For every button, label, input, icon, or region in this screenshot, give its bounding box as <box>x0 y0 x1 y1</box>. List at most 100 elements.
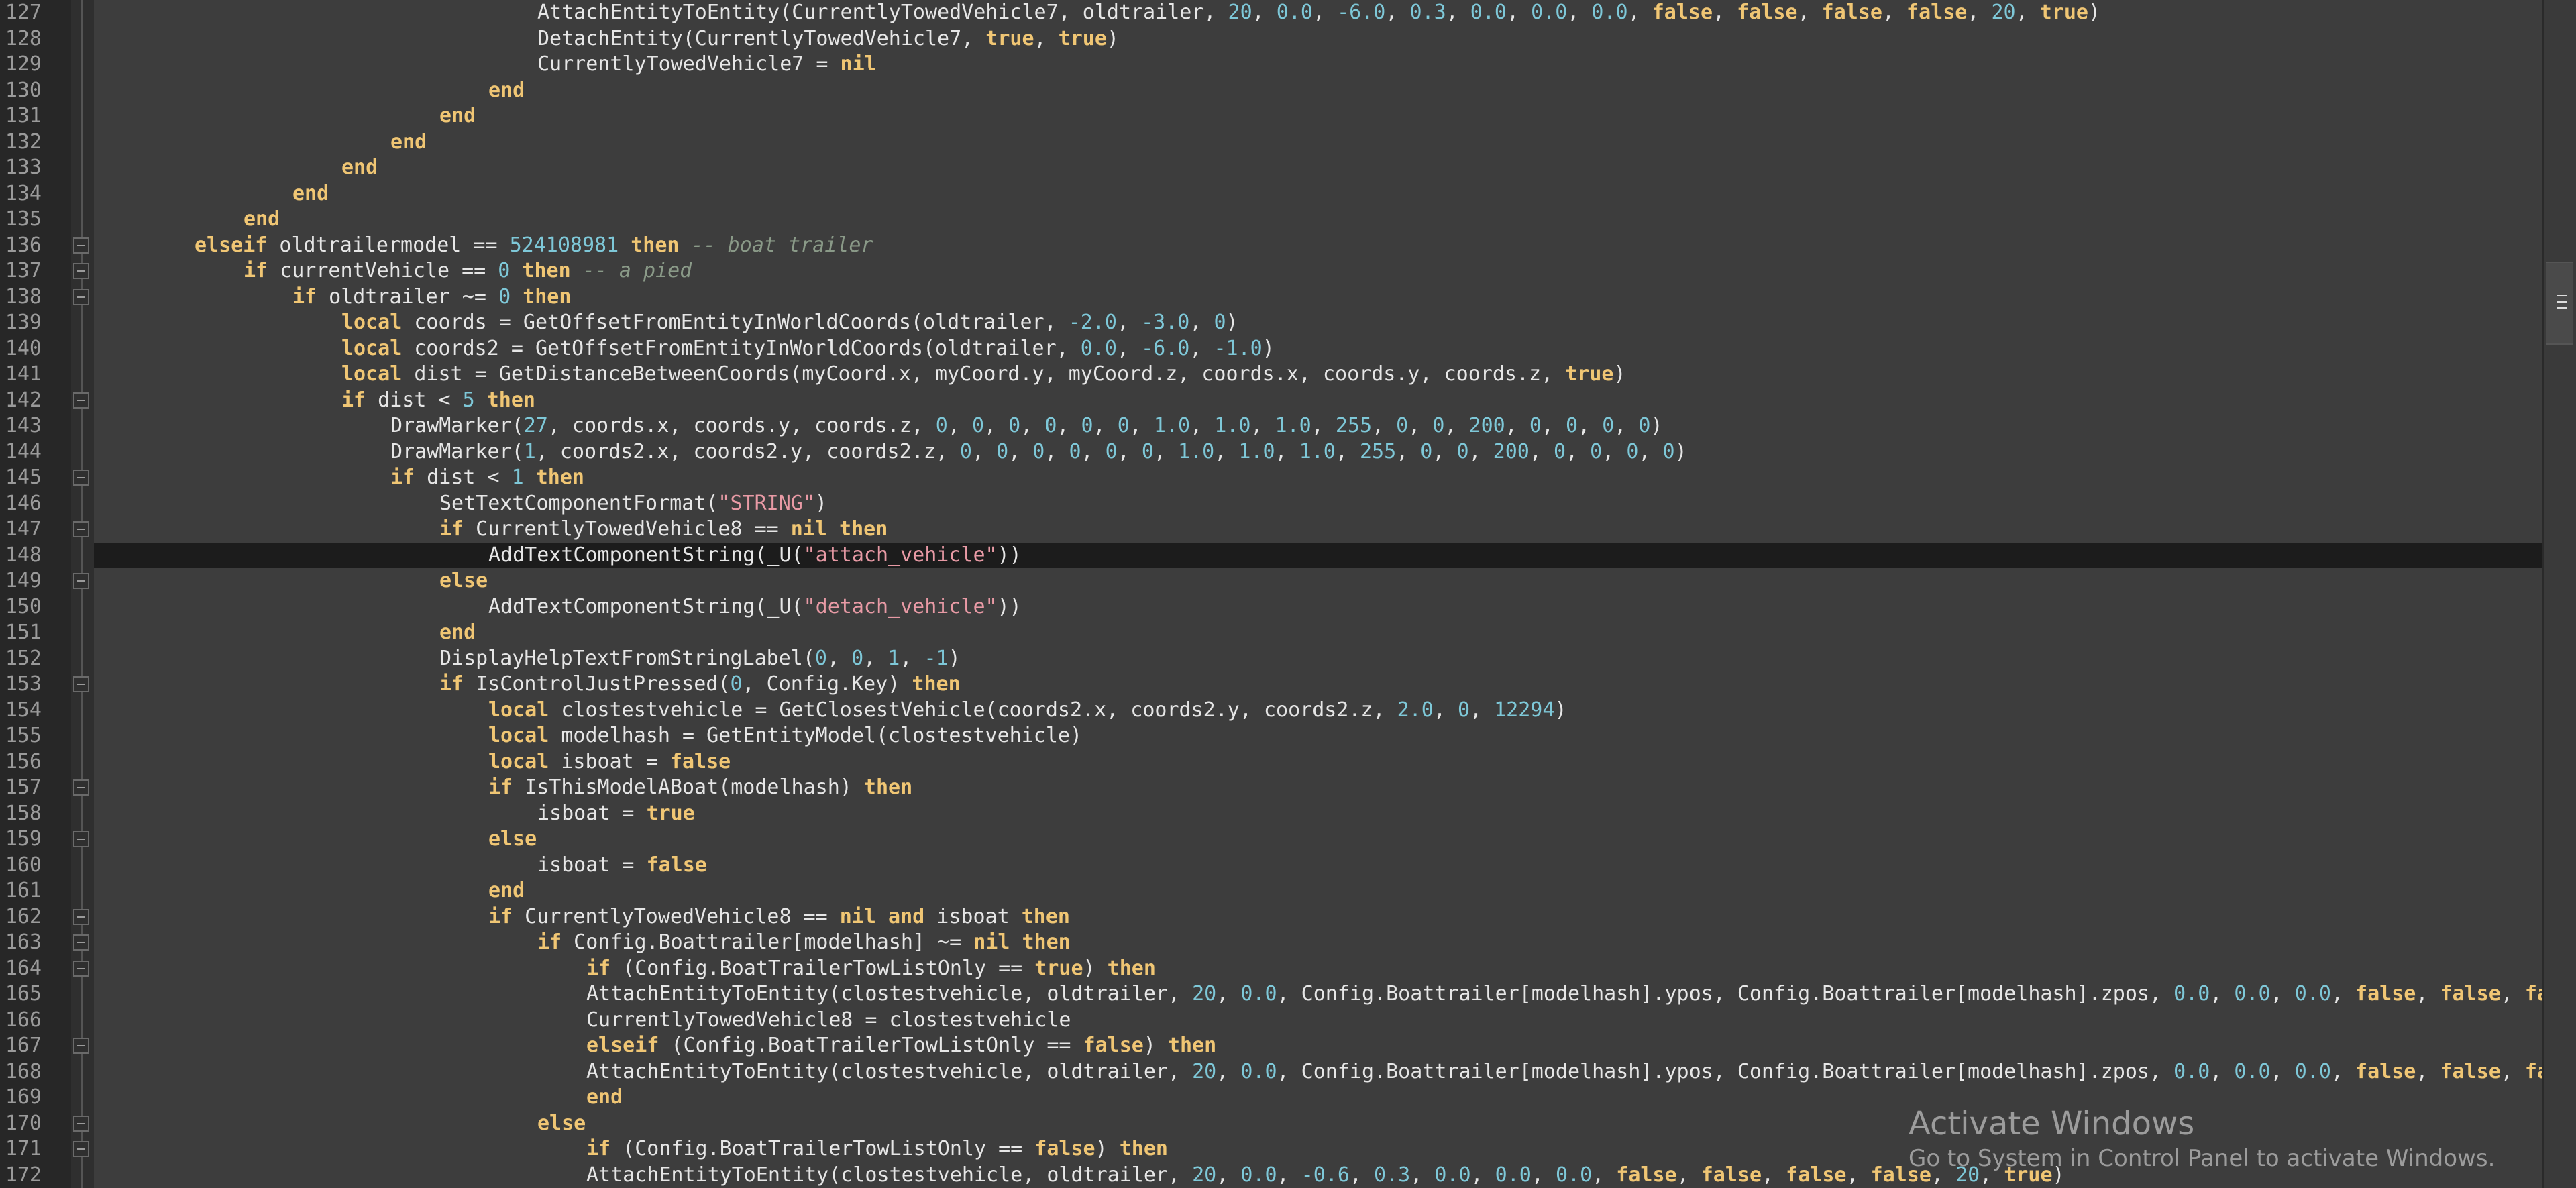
code-line[interactable]: 140 local coords2 = GetOffsetFromEntityIn… <box>0 336 2542 362</box>
code-editor[interactable]: 127 AttachEntityToEntity(CurrentlyTowedVe… <box>0 0 2542 1188</box>
code-text[interactable]: SetTextComponentFormat("STRING") <box>94 491 2542 517</box>
code-line[interactable]: 144 DrawMarker(1, coords2.x, coords2.y, c… <box>0 439 2542 465</box>
code-text[interactable]: if IsThisModelABoat(modelhash) then <box>94 775 2542 800</box>
scrollbar-thumb[interactable] <box>2546 262 2573 345</box>
code-line[interactable]: 138 if oldtrailer ~= 0 then <box>0 284 2542 310</box>
code-line[interactable]: 129 CurrentlyTowedVehicle7 = nil <box>0 52 2542 77</box>
code-line[interactable]: 145 if dist < 1 then <box>0 465 2542 490</box>
code-line[interactable]: 127 AttachEntityToEntity(CurrentlyTowedVe… <box>0 0 2542 25</box>
code-line[interactable]: 134 end <box>0 181 2542 207</box>
code-text[interactable]: end <box>94 129 2542 155</box>
code-line[interactable]: 166 CurrentlyTowedVehicle8 = clostestvehi… <box>0 1008 2542 1033</box>
code-text[interactable]: end <box>94 878 2542 904</box>
code-text[interactable]: elseif (Config.BoatTrailerTowListOnly ==… <box>94 1033 2542 1059</box>
code-text[interactable]: local dist = GetDistanceBetweenCoords(my… <box>94 362 2542 387</box>
code-text[interactable]: local isboat = false <box>94 749 2542 775</box>
code-line[interactable]: 147 if CurrentlyTowedVehicle8 == nil then <box>0 517 2542 542</box>
code-line[interactable]: 130 end <box>0 78 2542 103</box>
code-text[interactable]: end <box>94 155 2542 180</box>
code-line[interactable]: 132 end <box>0 129 2542 155</box>
code-line[interactable]: 135 end <box>0 207 2542 232</box>
grip-icon <box>2557 295 2567 309</box>
code-token: -6.0 <box>1141 336 1190 360</box>
code-line[interactable]: 168 AttachEntityToEntity(clostestvehicle,… <box>0 1059 2542 1085</box>
line-number: 133 <box>5 156 42 179</box>
code-text[interactable]: end <box>94 78 2542 103</box>
code-token: isboat = <box>537 801 647 825</box>
line-number: 135 <box>5 207 42 231</box>
code-text[interactable]: if oldtrailer ~= 0 then <box>94 284 2542 310</box>
code-token: 0 <box>1566 414 1578 437</box>
code-text[interactable]: local clostestvehicle = GetClosestVehicl… <box>94 698 2542 723</box>
code-line[interactable]: 143 DrawMarker(27, coords.x, coords.y, co… <box>0 413 2542 439</box>
code-line[interactable]: 159 else <box>0 826 2542 852</box>
code-text[interactable]: else <box>94 826 2542 852</box>
code-text[interactable]: end <box>94 207 2542 232</box>
code-line[interactable]: 164 if (Config.BoatTrailerTowListOnly == … <box>0 956 2542 981</box>
code-token: , <box>1372 414 1397 437</box>
code-text[interactable]: local coords2 = GetOffsetFromEntityInWor… <box>94 336 2542 362</box>
code-line[interactable]: 139 local coords = GetOffsetFromEntityInW… <box>0 310 2542 335</box>
code-line[interactable]: 156 local isboat = false <box>0 749 2542 775</box>
code-text[interactable]: AttachEntityToEntity(clostestvehicle, ol… <box>94 981 2542 1007</box>
code-line[interactable]: 165 AttachEntityToEntity(clostestvehicle,… <box>0 981 2542 1007</box>
code-text[interactable]: local modelhash = GetEntityModel(clostes… <box>94 723 2542 749</box>
code-text[interactable]: if (Config.BoatTrailerTowListOnly == tru… <box>94 956 2542 981</box>
code-text[interactable]: end <box>94 103 2542 129</box>
line-number: 162 <box>5 904 42 928</box>
code-line[interactable]: 154 local clostestvehicle = GetClosestVeh… <box>0 698 2542 723</box>
code-text[interactable]: if Config.Boattrailer[modelhash] ~= nil … <box>94 930 2542 955</box>
code-text[interactable]: local coords = GetOffsetFromEntityInWorl… <box>94 310 2542 335</box>
code-line[interactable]: 137 if currentVehicle == 0 then -- a pied <box>0 258 2542 284</box>
code-line[interactable]: 162 if CurrentlyTowedVehicle8 == nil and … <box>0 904 2542 930</box>
code-line[interactable]: 150 AddTextComponentString(_U("detach_veh… <box>0 594 2542 620</box>
code-text[interactable]: end <box>94 620 2542 645</box>
code-token: , <box>2330 1059 2356 1083</box>
code-line[interactable]: 149 else <box>0 568 2542 594</box>
code-text[interactable]: DrawMarker(27, coords.x, coords.y, coord… <box>94 413 2542 439</box>
code-line[interactable]: 163 if Config.Boattrailer[modelhash] ~= n… <box>0 930 2542 955</box>
code-text[interactable]: CurrentlyTowedVehicle8 = clostestvehicle <box>94 1008 2542 1033</box>
code-text[interactable]: AttachEntityToEntity(CurrentlyTowedVehic… <box>94 0 2542 25</box>
code-text[interactable]: if dist < 1 then <box>94 465 2542 490</box>
code-line[interactable]: 157 if IsThisModelABoat(modelhash) then <box>0 775 2542 800</box>
code-line[interactable]: 146 SetTextComponentFormat("STRING") <box>0 491 2542 517</box>
code-text[interactable]: if IsControlJustPressed(0, Config.Key) t… <box>94 671 2542 697</box>
code-text[interactable]: isboat = true <box>94 801 2542 826</box>
vertical-scrollbar[interactable] <box>2542 0 2576 1188</box>
code-text[interactable]: end <box>94 181 2542 207</box>
code-line[interactable]: 153 if IsControlJustPressed(0, Config.Key… <box>0 671 2542 697</box>
code-text[interactable]: if dist < 5 then <box>94 388 2542 413</box>
code-line[interactable]: 167 elseif (Config.BoatTrailerTowListOnly… <box>0 1033 2542 1059</box>
code-text[interactable]: AttachEntityToEntity(clostestvehicle, ol… <box>94 1059 2542 1085</box>
code-line[interactable]: 160 isboat = false <box>0 853 2542 878</box>
code-text[interactable]: DetachEntity(CurrentlyTowedVehicle7, tru… <box>94 26 2542 52</box>
code-line[interactable]: 151 end <box>0 620 2542 645</box>
code-line[interactable]: 148 AddTextComponentString(_U("attach_veh… <box>0 542 2542 568</box>
code-line[interactable]: 136 elseif oldtrailermodel == 524108981 t… <box>0 233 2542 258</box>
code-text[interactable]: if CurrentlyTowedVehicle8 == nil then <box>94 517 2542 542</box>
code-line[interactable]: 142 if dist < 5 then <box>0 388 2542 413</box>
code-line[interactable]: 152 DisplayHelpTextFromStringLabel(0, 0, … <box>0 646 2542 671</box>
code-token: false <box>1652 1 1713 24</box>
code-text[interactable]: AddTextComponentString(_U("detach_vehicl… <box>94 594 2542 620</box>
code-text[interactable]: if CurrentlyTowedVehicle8 == nil and isb… <box>94 904 2542 930</box>
code-text[interactable]: if currentVehicle == 0 then -- a pied <box>94 258 2542 284</box>
code-text[interactable]: DrawMarker(1, coords2.x, coords2.y, coor… <box>94 439 2542 465</box>
code-text[interactable]: DisplayHelpTextFromStringLabel(0, 0, 1, … <box>94 646 2542 671</box>
code-line[interactable]: 161 end <box>0 878 2542 904</box>
code-text[interactable]: CurrentlyTowedVehicle7 = nil <box>94 52 2542 77</box>
code-line[interactable]: 155 local modelhash = GetEntityModel(clos… <box>0 723 2542 749</box>
code-line[interactable]: 128 DetachEntity(CurrentlyTowedVehicle7, … <box>0 26 2542 52</box>
code-text[interactable]: AddTextComponentString(_U("attach_vehicl… <box>94 542 2542 568</box>
code-line[interactable]: 133 end <box>0 155 2542 180</box>
code-text[interactable]: isboat = false <box>94 853 2542 878</box>
code-text[interactable]: elseif oldtrailermodel == 524108981 then… <box>94 233 2542 258</box>
code-token: 0 <box>1069 439 1081 464</box>
code-line[interactable]: 141 local dist = GetDistanceBetweenCoords… <box>0 362 2542 387</box>
code-line[interactable]: 158 isboat = true <box>0 801 2542 826</box>
code-text[interactable]: else <box>94 568 2542 594</box>
code-line[interactable]: 131 end <box>0 103 2542 129</box>
